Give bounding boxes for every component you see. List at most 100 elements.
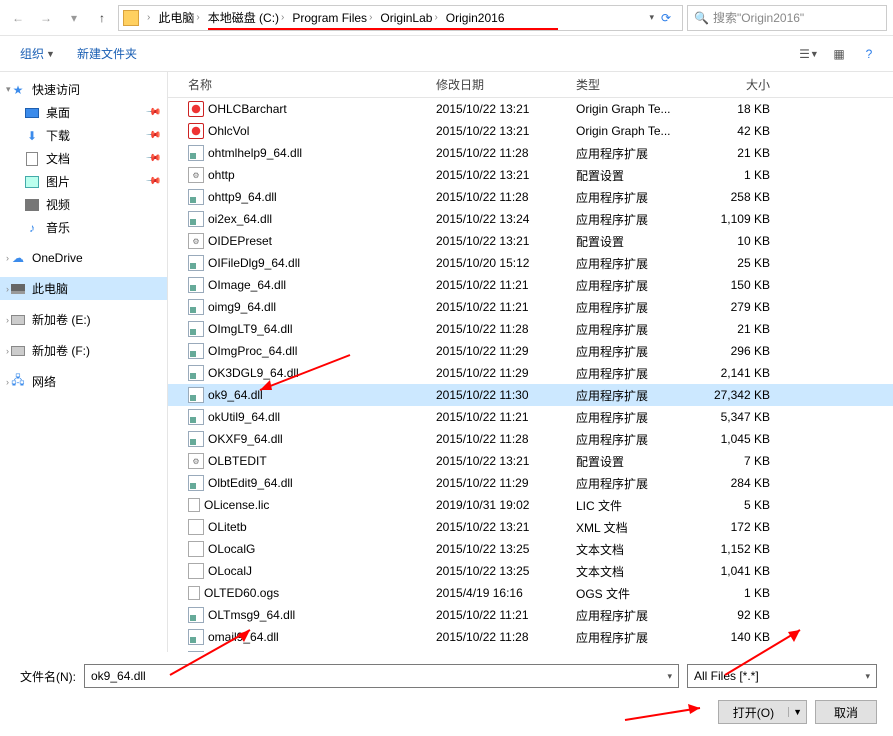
- sidebar-drive-f[interactable]: ›新加卷 (F:): [0, 339, 167, 362]
- up-button[interactable]: ↑: [90, 6, 114, 30]
- open-dropdown-icon[interactable]: ▼: [788, 707, 806, 717]
- chevron-down-icon[interactable]: ▾: [667, 671, 672, 682]
- file-icon: [188, 299, 204, 315]
- file-row[interactable]: OlbtEdit9_64.dll2015/10/22 11:29应用程序扩展28…: [168, 472, 893, 494]
- file-icon: [188, 607, 204, 623]
- file-row[interactable]: OImage_64.dll2015/10/22 11:21应用程序扩展150 K…: [168, 274, 893, 296]
- file-row[interactable]: OhlcVol2015/10/22 13:21Origin Graph Te..…: [168, 120, 893, 142]
- file-name: OIDEPreset: [208, 234, 272, 248]
- file-row[interactable]: OHLCBarchart2015/10/22 13:21Origin Graph…: [168, 98, 893, 120]
- file-row[interactable]: OLTmsg9_64.dll2015/10/22 11:21应用程序扩展92 K…: [168, 604, 893, 626]
- file-row[interactable]: OIDEPreset2015/10/22 13:21配置设置10 KB: [168, 230, 893, 252]
- file-icon: [188, 431, 204, 447]
- file-row[interactable]: OLocalG2015/10/22 13:25文本文档1,152 KB: [168, 538, 893, 560]
- file-row[interactable]: OLocalJ2015/10/22 13:25文本文档1,041 KB: [168, 560, 893, 582]
- file-size: 1,152 KB: [688, 542, 778, 556]
- file-name: OLitetb: [208, 520, 247, 534]
- file-icon: [188, 167, 204, 183]
- file-size: 150 KB: [688, 278, 778, 292]
- file-name: okUtil9_64.dll: [208, 410, 280, 424]
- file-date: 2015/10/22 13:21: [428, 520, 568, 534]
- cancel-button[interactable]: 取消: [815, 700, 877, 724]
- file-row[interactable]: omail9_64.dll2015/10/22 11:28应用程序扩展140 K…: [168, 626, 893, 648]
- file-size: 21 KB: [688, 146, 778, 160]
- file-row[interactable]: OLTED60.ogs2015/4/19 16:16OGS 文件1 KB: [168, 582, 893, 604]
- file-type: 配置设置: [568, 453, 688, 470]
- back-button[interactable]: ←: [6, 6, 30, 30]
- file-size: 279 KB: [688, 300, 778, 314]
- help-button[interactable]: ?: [857, 42, 881, 66]
- main-area: ▾★快速访问 桌面📌 ⬇下载📌 文档📌 图片📌 视频 ♪音乐 ›☁OneDriv…: [0, 72, 893, 652]
- file-type: 应用程序扩展: [568, 475, 688, 492]
- new-folder-button[interactable]: 新建文件夹: [69, 41, 145, 66]
- file-row[interactable]: oimg9_64.dll2015/10/22 11:21应用程序扩展279 KB: [168, 296, 893, 318]
- view-icons-button[interactable]: ☰▼: [797, 42, 821, 66]
- sidebar-this-pc[interactable]: ›此电脑: [0, 277, 167, 300]
- file-date: 2015/10/22 13:25: [428, 542, 568, 556]
- file-date: 2015/10/22 13:25: [428, 564, 568, 578]
- file-row[interactable]: OLicense.lic2019/10/31 19:02LIC 文件5 KB: [168, 494, 893, 516]
- sidebar-pictures[interactable]: 图片📌: [0, 170, 167, 193]
- file-row[interactable]: OLitetb2015/10/22 13:21XML 文档172 KB: [168, 516, 893, 538]
- sidebar-videos[interactable]: 视频: [0, 193, 167, 216]
- file-row[interactable]: OKXF9_64.dll2015/10/22 11:28应用程序扩展1,045 …: [168, 428, 893, 450]
- file-name: OImgLT9_64.dll: [208, 322, 293, 336]
- recent-dropdown[interactable]: ▾: [62, 6, 86, 30]
- column-type[interactable]: 类型: [568, 76, 688, 93]
- file-icon: [188, 498, 200, 512]
- chevron-down-icon[interactable]: ▾: [865, 671, 870, 682]
- file-date: 2015/10/22 13:24: [428, 212, 568, 226]
- file-row[interactable]: ohttp2015/10/22 13:21配置设置1 KB: [168, 164, 893, 186]
- file-row[interactable]: OLBTEDIT2015/10/22 13:21配置设置7 KB: [168, 450, 893, 472]
- folder-icon: [123, 10, 139, 26]
- file-row[interactable]: OImgLT9_64.dll2015/10/22 11:28应用程序扩展21 K…: [168, 318, 893, 340]
- search-input[interactable]: 🔍 搜索"Origin2016": [687, 5, 887, 31]
- open-button[interactable]: 打开(O) ▼: [718, 700, 807, 724]
- file-row[interactable]: okUtil9_64.dll2015/10/22 11:21应用程序扩展5,34…: [168, 406, 893, 428]
- refresh-icon[interactable]: ⟳: [654, 11, 678, 25]
- address-bar: ← → ▾ ↑ › 此电脑› 本地磁盘 (C:)› Program Files›…: [0, 0, 893, 36]
- sidebar-downloads[interactable]: ⬇下载📌: [0, 124, 167, 147]
- column-name[interactable]: 名称: [168, 76, 428, 93]
- file-type: LIC 文件: [568, 497, 688, 514]
- column-size[interactable]: 大小: [688, 76, 778, 93]
- bottom-panel: 文件名(N): ok9_64.dll ▾ All Files [*.*] ▾ 打…: [0, 652, 893, 736]
- file-row[interactable]: OK3DGL9_64.dll2015/10/22 11:29应用程序扩展2,14…: [168, 362, 893, 384]
- breadcrumb[interactable]: › 此电脑› 本地磁盘 (C:)› Program Files› OriginL…: [118, 5, 683, 31]
- file-size: 27,342 KB: [688, 388, 778, 402]
- file-type: 配置设置: [568, 167, 688, 184]
- file-icon: [188, 541, 204, 557]
- sidebar-drive-e[interactable]: ›新加卷 (E:): [0, 308, 167, 331]
- filename-input[interactable]: ok9_64.dll ▾: [84, 664, 679, 688]
- file-icon: [188, 453, 204, 469]
- breadcrumb-segment: Program Files›: [288, 9, 376, 27]
- file-row[interactable]: OImgProc_64.dll2015/10/22 11:29应用程序扩展296…: [168, 340, 893, 362]
- organize-button[interactable]: 组织▼: [12, 41, 63, 66]
- file-row[interactable]: ohttp9_64.dll2015/10/22 11:28应用程序扩展258 K…: [168, 186, 893, 208]
- file-type: 应用程序扩展: [568, 343, 688, 360]
- file-row[interactable]: oi2ex_64.dll2015/10/22 13:24应用程序扩展1,109 …: [168, 208, 893, 230]
- file-type: 应用程序扩展: [568, 607, 688, 624]
- file-size: 1,041 KB: [688, 564, 778, 578]
- file-row[interactable]: omat9_64.dll2015/10/22 11:28应用程序扩展284 KB: [168, 648, 893, 652]
- file-name: OLBTEDIT: [208, 454, 267, 468]
- file-name: OlbtEdit9_64.dll: [208, 476, 293, 490]
- file-type: 应用程序扩展: [568, 365, 688, 382]
- file-size: 140 KB: [688, 630, 778, 644]
- sidebar-music[interactable]: ♪音乐: [0, 216, 167, 239]
- sidebar-documents[interactable]: 文档📌: [0, 147, 167, 170]
- file-row[interactable]: ohtmlhelp9_64.dll2015/10/22 11:28应用程序扩展2…: [168, 142, 893, 164]
- file-filter-dropdown[interactable]: All Files [*.*] ▾: [687, 664, 877, 688]
- file-name: omail9_64.dll: [208, 630, 279, 644]
- file-type: 应用程序扩展: [568, 189, 688, 206]
- view-list-button[interactable]: ▦: [827, 42, 851, 66]
- file-row[interactable]: ok9_64.dll2015/10/22 11:30应用程序扩展27,342 K…: [168, 384, 893, 406]
- sidebar-quick-access[interactable]: ▾★快速访问: [0, 78, 167, 101]
- file-type: 应用程序扩展: [568, 211, 688, 228]
- sidebar-network[interactable]: ›🖧网络: [0, 370, 167, 393]
- file-row[interactable]: OIFileDlg9_64.dll2015/10/20 15:12应用程序扩展2…: [168, 252, 893, 274]
- sidebar-onedrive[interactable]: ›☁OneDrive: [0, 247, 167, 269]
- column-date[interactable]: 修改日期: [428, 76, 568, 93]
- file-icon: [188, 101, 204, 117]
- sidebar-desktop[interactable]: 桌面📌: [0, 101, 167, 124]
